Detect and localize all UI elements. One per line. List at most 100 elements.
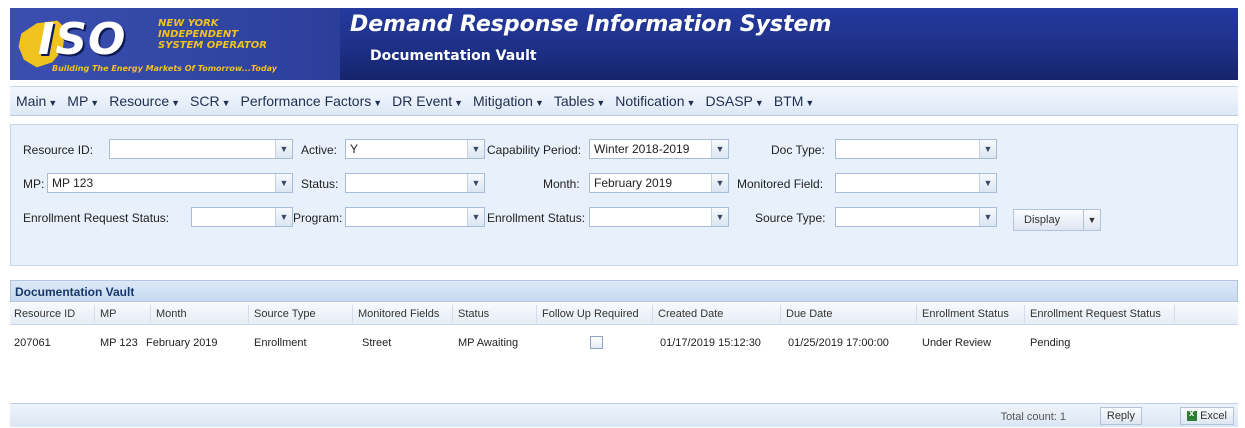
cell-created-date: 01/17/2019 15:12:30 — [660, 337, 761, 349]
chevron-down-icon[interactable]: ▼ — [467, 174, 484, 192]
chevron-down-icon[interactable]: ▼ — [275, 174, 292, 192]
chevron-down-icon[interactable]: ▼ — [711, 208, 728, 226]
menu-main[interactable]: Main ▼ — [16, 93, 57, 109]
chevron-down-icon: ▼ — [454, 98, 464, 108]
menu-btm[interactable]: BTM ▼ — [774, 93, 814, 109]
chevron-down-icon[interactable]: ▼ — [467, 140, 484, 158]
col-header-month[interactable]: Month — [156, 308, 187, 320]
chevron-down-icon[interactable]: ▼ — [1083, 210, 1100, 230]
menu-mp[interactable]: MP ▼ — [67, 93, 99, 109]
menu-notification-label: Notification — [615, 93, 685, 109]
col-header-enrollment-request-status[interactable]: Enrollment Request Status — [1030, 308, 1161, 320]
column-divider — [536, 305, 537, 323]
grid-body: 207061 MP 123 February 2019 Enrollment S… — [10, 325, 1238, 403]
cell-mp: MP 123 — [100, 337, 138, 349]
chevron-down-icon: ▼ — [805, 98, 815, 108]
column-divider — [916, 305, 917, 323]
active-label: Active: — [301, 143, 338, 157]
monitored-field-label: Monitored Field: — [737, 177, 824, 191]
chevron-down-icon[interactable]: ▼ — [979, 208, 996, 226]
chevron-down-icon[interactable]: ▼ — [979, 174, 996, 192]
menu-resource[interactable]: Resource ▼ — [109, 93, 180, 109]
program-label: Program: — [293, 211, 343, 225]
follow-up-required-checkbox[interactable] — [590, 336, 603, 349]
col-header-resource-id[interactable]: Resource ID — [14, 308, 75, 320]
chevron-down-icon: ▼ — [373, 98, 383, 108]
capability-period-combo[interactable]: Winter 2018-2019 ▼ — [589, 139, 729, 159]
excel-icon — [1187, 408, 1198, 421]
menu-performance-factors-label: Performance Factors — [240, 93, 372, 109]
column-divider — [652, 305, 653, 323]
page-subtitle: Documentation Vault — [370, 48, 537, 64]
chevron-down-icon[interactable]: ▼ — [711, 174, 728, 192]
menu-dr-event-label: DR Event — [392, 93, 453, 109]
reply-button-label: Reply — [1106, 410, 1135, 422]
filter-panel: Resource ID: ▼ Active: Y ▼ Capability Pe… — [10, 124, 1238, 266]
grid-title: Documentation Vault — [10, 280, 1238, 302]
chevron-down-icon[interactable]: ▼ — [275, 140, 292, 158]
resource-id-label: Resource ID: — [23, 143, 94, 157]
status-combo[interactable]: ▼ — [345, 173, 485, 193]
col-header-created-date[interactable]: Created Date — [658, 308, 723, 320]
col-header-monitored-fields[interactable]: Monitored Fields — [358, 308, 439, 320]
month-combo[interactable]: February 2019 ▼ — [589, 173, 729, 193]
logo-tagline: Building The Energy Markets Of Tomorrow.… — [52, 64, 277, 73]
nyiso-logo: ISO NEW YORK INDEPENDENT SYSTEM OPERATOR… — [10, 8, 340, 80]
menu-btm-label: BTM — [773, 93, 804, 109]
column-divider — [780, 305, 781, 323]
menu-dsasp[interactable]: DSASP ▼ — [705, 93, 763, 109]
month-value: February 2019 — [594, 176, 673, 190]
table-row[interactable]: 207061 MP 123 February 2019 Enrollment S… — [10, 325, 1238, 359]
chevron-down-icon: ▼ — [221, 98, 231, 108]
app-title: Demand Response Information System — [350, 12, 832, 37]
active-combo[interactable]: Y ▼ — [345, 139, 485, 159]
menu-scr[interactable]: SCR ▼ — [190, 93, 230, 109]
excel-export-button[interactable]: Excel — [1180, 407, 1234, 425]
display-button[interactable]: Display ▼ — [1013, 209, 1101, 231]
column-divider — [452, 305, 453, 323]
enrollment-request-status-combo[interactable]: ▼ — [191, 207, 293, 227]
column-divider — [1174, 305, 1175, 323]
menu-mitigation[interactable]: Mitigation ▼ — [473, 93, 544, 109]
reply-button[interactable]: Reply — [1099, 407, 1142, 425]
doc-type-combo[interactable]: ▼ — [835, 139, 997, 159]
cell-resource-id: 207061 — [14, 337, 51, 349]
col-header-status[interactable]: Status — [458, 308, 489, 320]
column-divider — [94, 305, 95, 323]
chevron-down-icon[interactable]: ▼ — [275, 208, 292, 226]
menu-notification[interactable]: Notification ▼ — [615, 93, 695, 109]
col-header-mp[interactable]: MP — [100, 308, 117, 320]
column-divider — [1024, 305, 1025, 323]
resource-id-combo[interactable]: ▼ — [109, 139, 293, 159]
col-header-follow-up-required[interactable]: Follow Up Required — [542, 308, 639, 320]
chevron-down-icon[interactable]: ▼ — [979, 140, 996, 158]
chevron-down-icon[interactable]: ▼ — [467, 208, 484, 226]
cell-due-date: 01/25/2019 17:00:00 — [788, 337, 889, 349]
source-type-combo[interactable]: ▼ — [835, 207, 997, 227]
enrollment-status-combo[interactable]: ▼ — [589, 207, 729, 227]
col-header-due-date[interactable]: Due Date — [786, 308, 832, 320]
logo-org-name: NEW YORK INDEPENDENT SYSTEM OPERATOR — [158, 18, 267, 51]
menu-dsasp-label: DSASP — [705, 93, 753, 109]
display-button-label: Display — [1024, 214, 1061, 226]
source-type-label: Source Type: — [755, 211, 826, 225]
col-header-source-type[interactable]: Source Type — [254, 308, 316, 320]
monitored-field-combo[interactable]: ▼ — [835, 173, 997, 193]
menu-tables[interactable]: Tables ▼ — [554, 93, 605, 109]
chevron-down-icon: ▼ — [90, 98, 100, 108]
mp-combo[interactable]: MP 123 ▼ — [47, 173, 293, 193]
program-combo[interactable]: ▼ — [345, 207, 485, 227]
mp-label: MP: — [23, 177, 45, 191]
chevron-down-icon[interactable]: ▼ — [711, 140, 728, 158]
capability-period-label: Capability Period: — [487, 143, 582, 157]
grid-footer: Total count: 1 Reply Excel — [10, 403, 1238, 427]
menu-dr-event[interactable]: DR Event ▼ — [392, 93, 463, 109]
mp-value: MP 123 — [52, 176, 94, 190]
active-value: Y — [350, 142, 359, 156]
cell-monitored-fields: Street — [362, 337, 392, 349]
col-header-enrollment-status[interactable]: Enrollment Status — [922, 308, 1009, 320]
menu-performance-factors[interactable]: Performance Factors ▼ — [241, 93, 383, 109]
enrollment-status-label: Enrollment Status: — [487, 211, 586, 225]
doc-type-label: Doc Type: — [771, 143, 825, 157]
total-count: Total count: 1 — [1000, 411, 1066, 423]
